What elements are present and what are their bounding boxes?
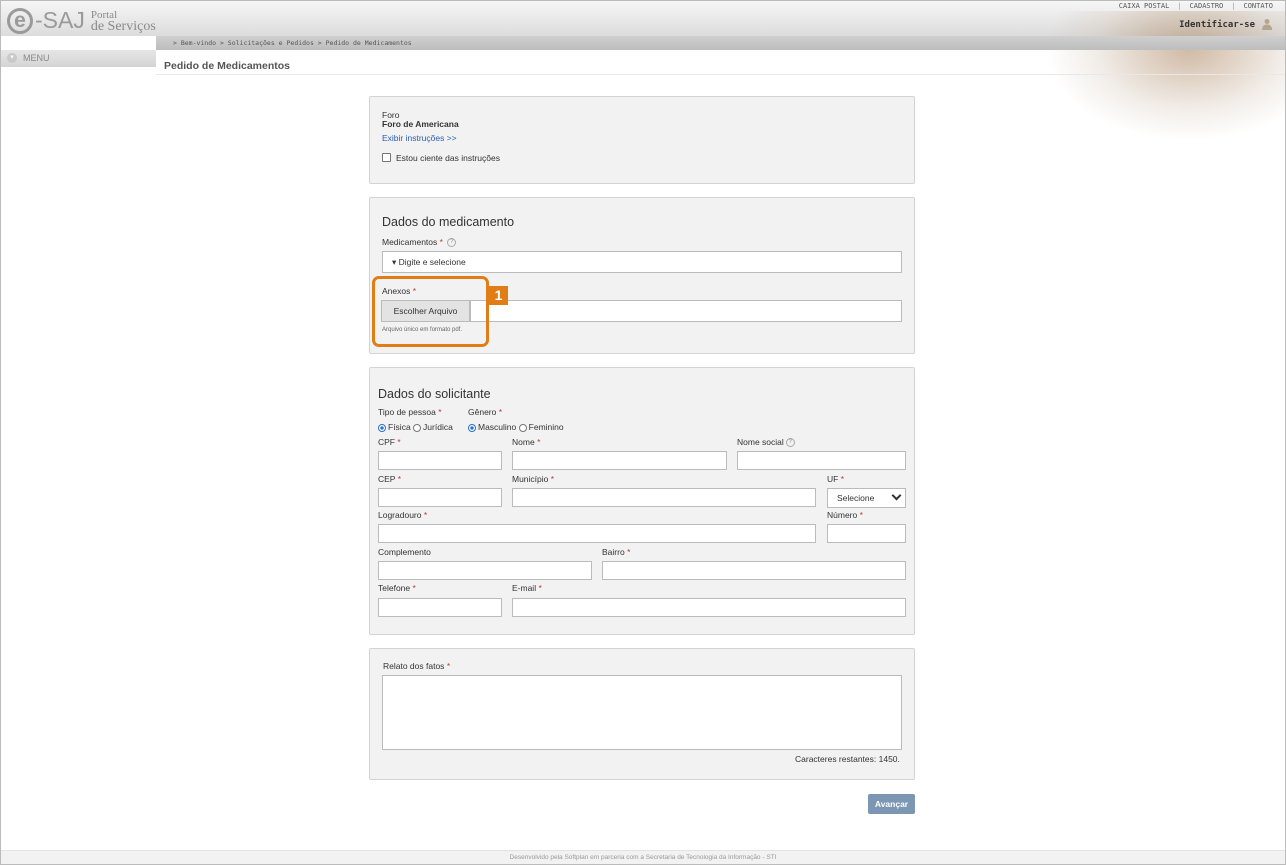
instructions-link[interactable]: Exibir instruções >> xyxy=(382,133,457,143)
help-icon[interactable]: ? xyxy=(447,238,457,248)
municipio-label: Município * xyxy=(512,474,555,484)
numero-field[interactable] xyxy=(827,524,906,543)
esaj-logo[interactable]: e -SAJ Portal de Serviços xyxy=(7,7,156,34)
radio-fisica[interactable] xyxy=(378,423,386,432)
bairro-label: Bairro * xyxy=(602,547,631,557)
nome-social-label: Nome social? xyxy=(737,437,795,448)
logo-saj-text: -SAJ xyxy=(35,7,85,33)
medicamentos-label: Medicamentos * ? xyxy=(382,237,457,248)
logradouro-label: Logradouro * xyxy=(378,510,428,520)
cep-label: CEP * xyxy=(378,474,402,484)
complemento-field[interactable] xyxy=(378,561,592,580)
medicamentos-select[interactable]: ▾ Digite e selecione xyxy=(382,251,902,273)
next-button[interactable]: Avançar xyxy=(868,794,915,814)
relato-textarea[interactable] xyxy=(382,675,902,750)
cep-field[interactable] xyxy=(378,488,502,507)
telefone-label: Telefone * xyxy=(378,583,416,593)
menu-label: MENU xyxy=(23,53,50,63)
contato-link[interactable]: CONTATO xyxy=(1243,2,1273,10)
annotation-badge: 1 xyxy=(489,286,508,305)
municipio-field[interactable] xyxy=(512,488,816,507)
logradouro-field[interactable] xyxy=(378,524,816,543)
menu-bar[interactable]: ▾ MENU xyxy=(1,50,156,67)
logo-e-mark: e xyxy=(7,7,33,34)
uf-label: UF * xyxy=(827,474,845,484)
breadcrumb-bar: > Bem-vindo > Solicitações e Pedidos > P… xyxy=(156,36,1285,50)
medicamento-title: Dados do medicamento xyxy=(382,215,515,229)
required-mark: * xyxy=(439,237,443,247)
aware-label: Estou ciente das instruções xyxy=(396,153,500,163)
bairro-field[interactable] xyxy=(602,561,906,580)
footer-credits: Desenvolvido pela Softplan em parceria c… xyxy=(1,850,1285,864)
radio-masculino[interactable] xyxy=(468,423,476,432)
help-icon[interactable]: ? xyxy=(785,438,795,448)
email-label: E-mail * xyxy=(512,583,542,593)
foro-value: Foro de Americana xyxy=(382,119,459,129)
caixa-postal-link[interactable]: CAIXA POSTAL xyxy=(1119,2,1170,10)
email-field[interactable] xyxy=(512,598,906,617)
top-links: CAIXA POSTAL | CADASTRO | CONTATO xyxy=(1119,2,1273,10)
complemento-label: Complemento xyxy=(378,547,431,557)
uf-select[interactable]: Selecione xyxy=(827,488,906,508)
cadastro-link[interactable]: CADASTRO xyxy=(1190,2,1224,10)
relato-label: Relato dos fatos * xyxy=(383,661,451,671)
chevron-down-icon: ▾ xyxy=(7,53,17,63)
genero-label: Gênero * xyxy=(468,407,503,417)
cpf-label: CPF * xyxy=(378,437,401,447)
char-counter: Caracteres restantes: 1450. xyxy=(795,754,900,764)
title-divider xyxy=(156,74,1285,75)
annotation-highlight xyxy=(372,276,489,347)
identify-link[interactable]: Identificar-se xyxy=(1179,20,1255,30)
solicitante-title: Dados do solicitante xyxy=(378,387,491,401)
top-header: e -SAJ Portal de Serviços CAIXA POSTAL | C… xyxy=(1,1,1285,141)
tipo-pessoa-radios: Física Jurídica xyxy=(378,422,453,432)
telefone-field[interactable] xyxy=(378,598,502,617)
page-title: Pedido de Medicamentos xyxy=(164,60,291,72)
link-separator: | xyxy=(1177,2,1182,10)
genero-radios: Masculino Feminino xyxy=(468,422,564,432)
breadcrumb[interactable]: > Bem-vindo > Solicitações e Pedidos > P… xyxy=(173,39,412,47)
gavel-decoration xyxy=(1045,11,1285,141)
nome-social-field[interactable] xyxy=(737,451,906,470)
radio-feminino[interactable] xyxy=(518,423,527,432)
radio-juridica[interactable] xyxy=(413,423,422,432)
logo-portal-text: Portal de Serviços xyxy=(90,8,156,34)
user-icon[interactable] xyxy=(1261,18,1273,30)
nome-label: Nome * xyxy=(512,437,541,447)
link-separator: | xyxy=(1231,2,1236,10)
nome-field[interactable] xyxy=(512,451,727,470)
file-name-field[interactable] xyxy=(470,300,902,322)
aware-checkbox[interactable] xyxy=(382,153,391,162)
numero-label: Número * xyxy=(827,510,863,520)
chevron-down-icon xyxy=(891,490,902,501)
tipo-pessoa-label: Tipo de pessoa * xyxy=(378,407,442,417)
menu-toggle[interactable]: ▾ MENU xyxy=(7,53,50,63)
cpf-field[interactable] xyxy=(378,451,502,470)
